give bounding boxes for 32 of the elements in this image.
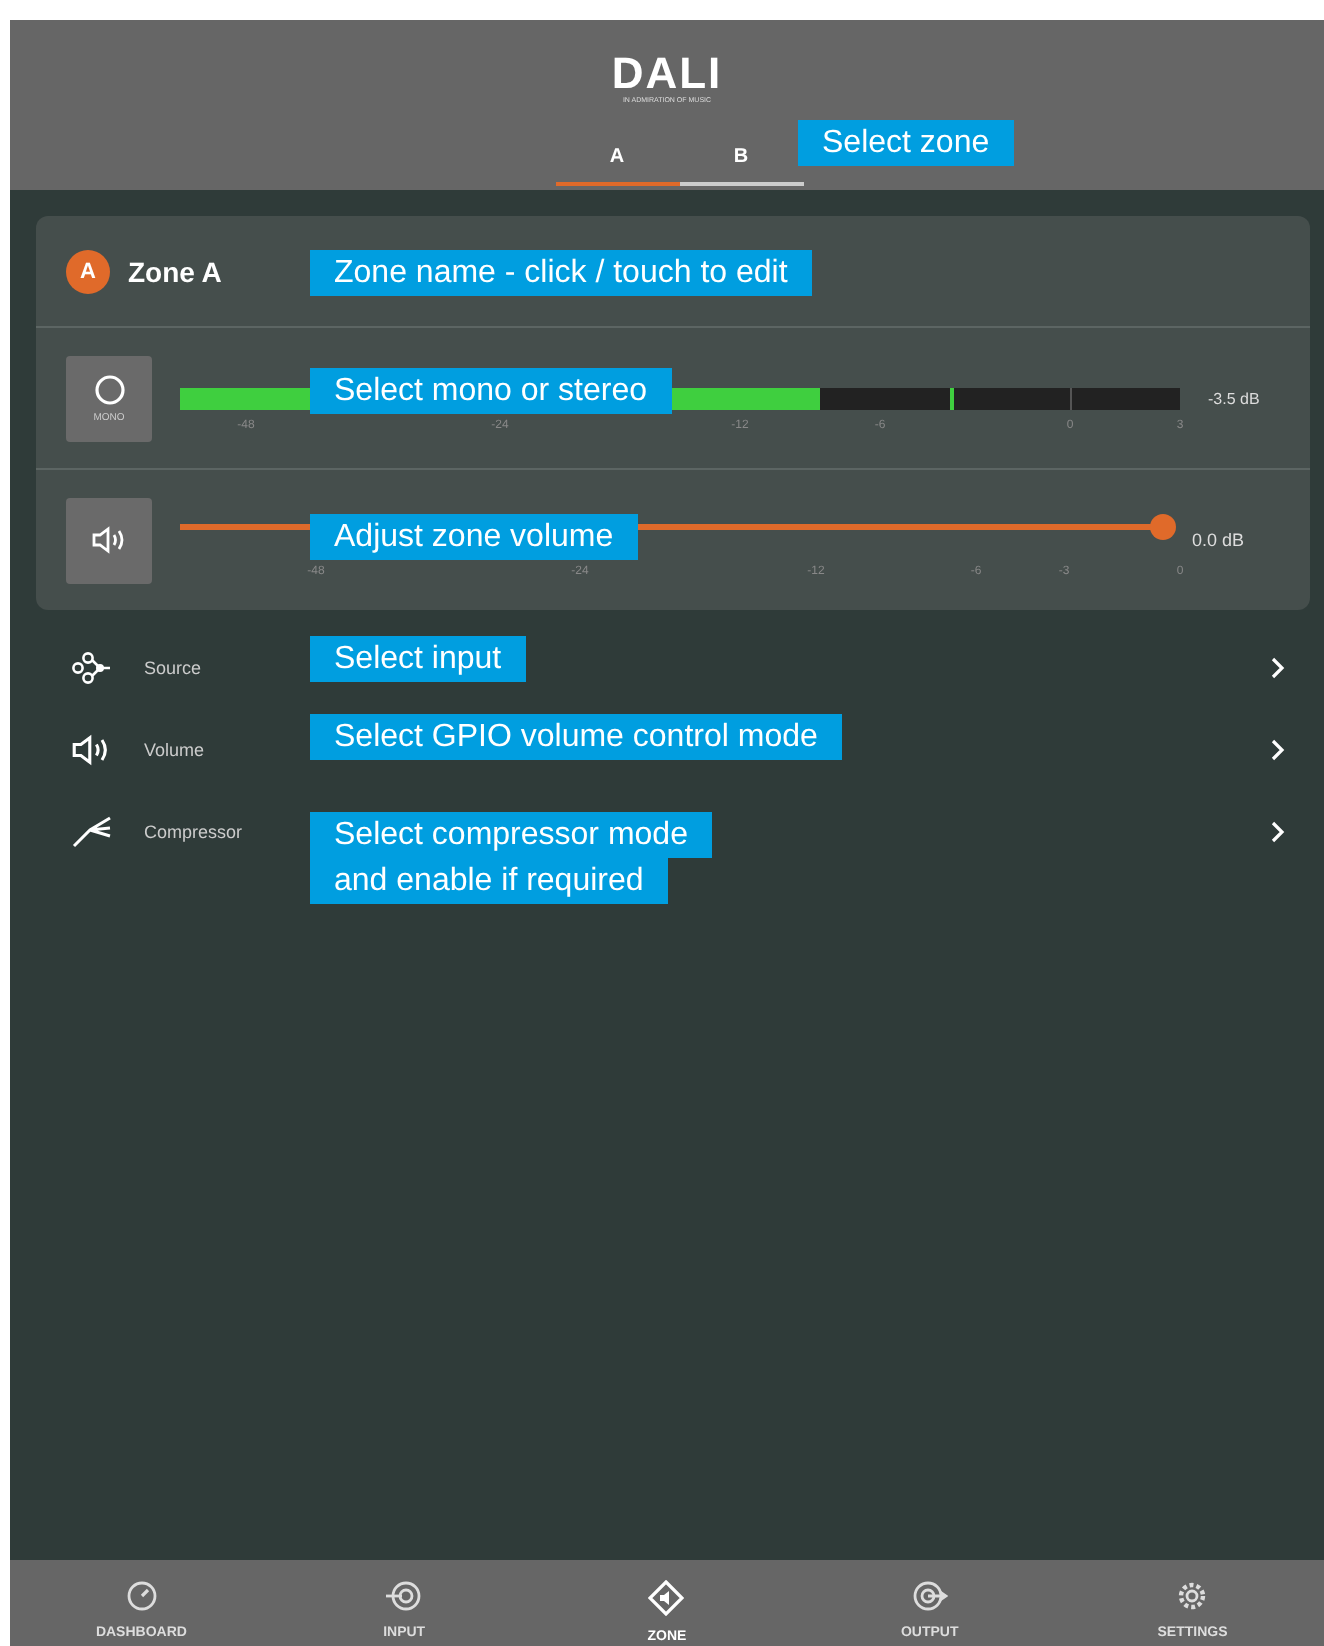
chevron-icon (1270, 655, 1286, 679)
annotation-tooltip: Select GPIO volume control mode (310, 714, 842, 760)
zone-icon (648, 1580, 685, 1616)
menu-item[interactable]: Compressor (72, 815, 243, 847)
annotation-tooltip: Select mono or stereo (310, 368, 672, 414)
zone-badge: A (66, 249, 110, 293)
circle-icon (93, 373, 125, 405)
chevron-icon (1270, 737, 1286, 761)
annotation-tooltip: Adjust zone volume (310, 514, 638, 560)
zone-tab[interactable]: A (555, 130, 679, 186)
speaker-icon (91, 526, 127, 554)
settings-icon (1176, 1580, 1209, 1612)
compressor-icon (72, 815, 112, 847)
input-icon (386, 1580, 423, 1612)
meter-reading: -3.5 dB (1208, 389, 1260, 407)
annotation-tooltip: Select input (310, 636, 526, 682)
chevron-icon (1270, 819, 1286, 843)
nodes-icon (72, 651, 112, 683)
menu-item[interactable]: Source (72, 651, 202, 683)
annotation-tooltip: Select compressor mode (310, 812, 712, 858)
zone-name[interactable]: Zone A (128, 255, 222, 287)
volume-reading: 0.0 dB (1192, 530, 1245, 550)
annotation-tooltip: Select zone (798, 120, 1014, 166)
speaker-icon (72, 733, 112, 765)
output-icon (911, 1580, 948, 1612)
annotation-tooltip: Zone name - click / touch to edit (310, 250, 812, 296)
volume-button[interactable] (66, 497, 152, 583)
logo: DALI (611, 52, 723, 96)
gauge-icon (125, 1580, 158, 1612)
slider-thumb[interactable] (1150, 513, 1176, 539)
annotation-tooltip: and enable if required (310, 858, 668, 904)
menu-item[interactable]: Volume (72, 733, 205, 765)
